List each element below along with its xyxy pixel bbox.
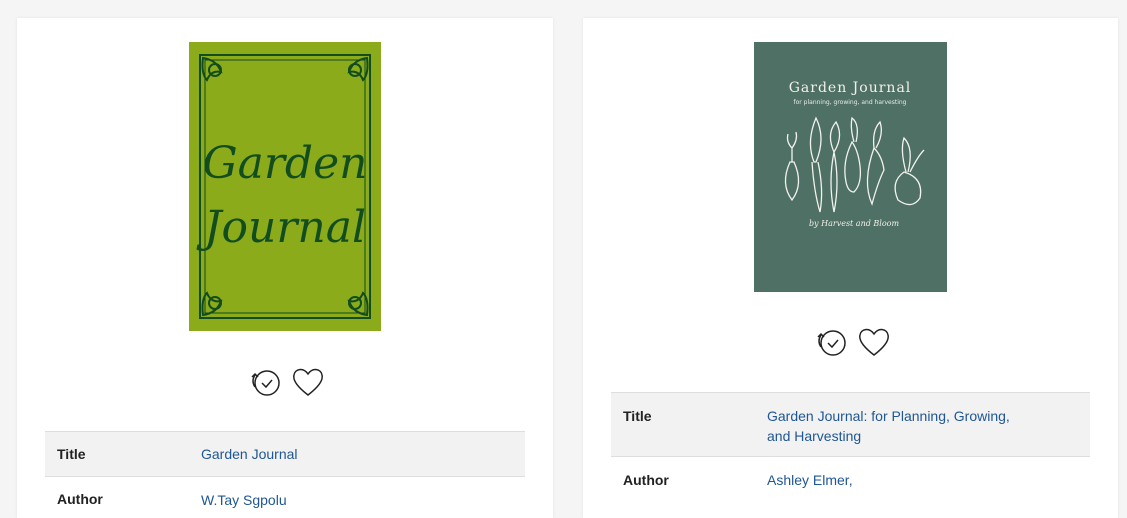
- metadata-label: Title: [611, 393, 767, 457]
- history-clock-icon[interactable]: [249, 365, 283, 399]
- metadata-row-author: Author Ashley Elmer,: [611, 457, 1090, 511]
- item-actions: [249, 365, 325, 399]
- metadata-label: Author: [611, 457, 767, 511]
- book-cover-image[interactable]: Garden Journal: [189, 42, 381, 331]
- cover-author: by Harvest and Bloom: [809, 219, 900, 228]
- metadata-row-author: Author W.Tay Sgpolu: [45, 477, 525, 518]
- item-actions: [815, 325, 891, 359]
- title-link[interactable]: Garden Journal: [201, 446, 298, 462]
- metadata-row-title: Title Garden Journal: [45, 432, 525, 477]
- book-cover-image[interactable]: Garden Journal for planning, growing, an…: [754, 42, 947, 292]
- metadata-label: Title: [45, 432, 201, 477]
- cover-subtitle: for planning, growing, and harvesting: [794, 99, 907, 106]
- metadata-label: Author: [45, 477, 201, 518]
- author-link[interactable]: Ashley Elmer,: [767, 472, 853, 488]
- cover-title-line2: Journal: [196, 202, 366, 253]
- result-card: Garden Journal Title Garden Journal Auth…: [17, 18, 553, 518]
- history-clock-icon[interactable]: [815, 325, 849, 359]
- heart-icon[interactable]: [291, 365, 325, 399]
- title-link[interactable]: Garden Journal: for Planning, Growing, a…: [767, 406, 1037, 446]
- cover-title: Garden Journal: [789, 80, 912, 96]
- author-link[interactable]: W.Tay Sgpolu: [201, 492, 287, 508]
- cover-title-line1: Garden: [203, 138, 368, 189]
- result-card: Garden Journal for planning, growing, an…: [583, 18, 1118, 518]
- metadata-row-title: Title Garden Journal: for Planning, Grow…: [611, 393, 1090, 457]
- item-metadata-table: Title Garden Journal Author W.Tay Sgpolu: [45, 431, 525, 518]
- item-metadata-table: Title Garden Journal: for Planning, Grow…: [611, 392, 1090, 510]
- heart-icon[interactable]: [857, 325, 891, 359]
